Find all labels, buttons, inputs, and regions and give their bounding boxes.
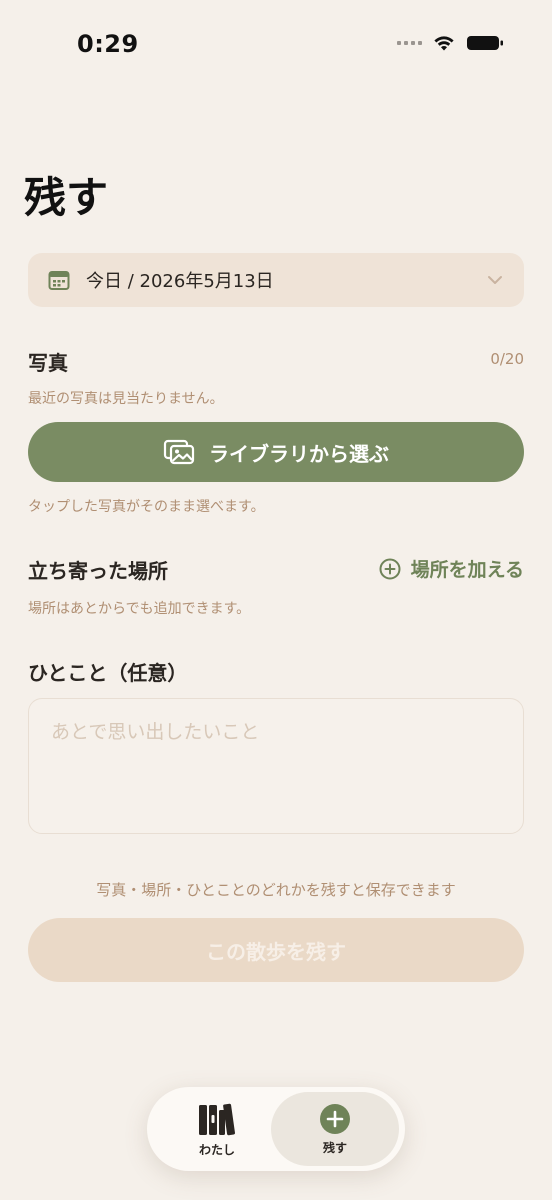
date-label: 今日 / 2026年5月13日 (86, 271, 274, 292)
plus-circle-icon (379, 558, 401, 579)
note-placeholder: あとで思い出したいこと (51, 721, 260, 743)
tab-add[interactable]: 残す (271, 1092, 399, 1166)
note-textarea[interactable]: あとで思い出したいこと (28, 698, 524, 834)
wifi-icon (434, 36, 454, 51)
add-place-label: 場所を加える (410, 559, 524, 581)
save-hint: 写真・場所・ひとことのどれかを残すと保存できます (96, 881, 456, 899)
save-walk-button[interactable]: この散歩を残す (28, 918, 524, 982)
status-icons (397, 34, 504, 52)
photo-library-icon (163, 439, 195, 465)
note-label: ひとこと（任意） (28, 661, 188, 685)
places-hint: 場所はあとからでも追加できます。 (28, 601, 251, 617)
library-button-label: ライブラリから選ぶ (209, 441, 389, 466)
signal-icon (397, 41, 422, 45)
photos-empty-message: 最近の写真は見当たりません。 (28, 391, 224, 407)
tab-bar: わたし 残す (147, 1087, 405, 1171)
page-title: 残す (24, 173, 109, 222)
photos-label: 写真 (28, 351, 68, 375)
status-bar: 0:29 (0, 0, 552, 90)
battery-icon (467, 36, 503, 50)
status-time: 0:29 (77, 30, 139, 58)
tab-me-label: わたし (198, 1142, 235, 1157)
photo-counter: 0/20 (490, 350, 524, 368)
photos-tap-hint: タップした写真がそのまま選べます。 (28, 499, 265, 515)
save-button-label: この散歩を残す (206, 939, 346, 964)
places-label: 立ち寄った場所 (28, 559, 168, 583)
library-button[interactable]: ライブラリから選ぶ (28, 422, 524, 482)
calendar-icon (48, 271, 70, 290)
add-place-button[interactable]: 場所を加える (379, 555, 524, 582)
chevron-down-icon (488, 276, 502, 284)
books-icon (199, 1103, 235, 1135)
plus-circle-icon (320, 1103, 350, 1134)
tab-me[interactable]: わたし (153, 1092, 281, 1166)
date-picker[interactable]: 今日 / 2026年5月13日 (28, 253, 524, 307)
tab-add-label: 残す (322, 1140, 347, 1155)
